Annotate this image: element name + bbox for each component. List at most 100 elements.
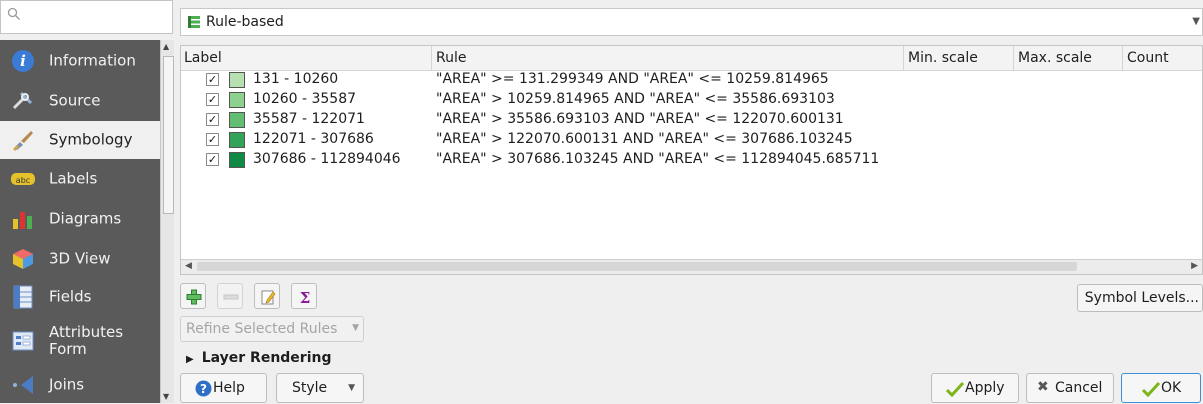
rules-table: Label Rule Min. scale Max. scale Count ✓…	[180, 45, 1203, 275]
expand-arrow-icon: ▶	[186, 354, 194, 365]
info-icon: i	[12, 50, 34, 72]
symbol-swatch[interactable]	[229, 72, 245, 88]
table-row[interactable]: ✓ 35587 - 122071 "AREA" > 35586.693103 A…	[181, 110, 1202, 130]
sidebar-item-label: Symbology	[49, 130, 133, 149]
cube-3d-icon	[13, 249, 33, 269]
rule-checkbox[interactable]: ✓	[206, 113, 219, 126]
sidebar-search-input[interactable]	[0, 0, 173, 34]
sidebar-scrollbar[interactable]: ▲ ▼	[160, 40, 174, 403]
properties-sidebar: i Information Source Symbology abc Label…	[0, 40, 160, 403]
ok-button[interactable]: OK	[1121, 373, 1201, 403]
scroll-left-arrow-icon[interactable]: ◀	[185, 261, 192, 271]
attributes-form-icon	[12, 331, 34, 351]
column-header-count[interactable]: Count	[1127, 49, 1169, 67]
table-row[interactable]: ✓ 131 - 10260 "AREA" >= 131.299349 AND "…	[181, 70, 1202, 90]
table-scroll-thumb[interactable]	[197, 262, 1077, 271]
rule-label: 10260 - 35587	[253, 91, 357, 107]
style-button-label: Style	[292, 380, 328, 396]
column-header-min-scale[interactable]: Min. scale	[908, 49, 978, 67]
renderer-type-select[interactable]: Rule-based ▼	[180, 8, 1203, 36]
column-header-label[interactable]: Label	[184, 49, 222, 67]
sidebar-item-label: Joins	[49, 375, 85, 394]
sidebar-item-label: Source	[49, 91, 101, 110]
layer-rendering-label: Layer Rendering	[201, 350, 332, 366]
rule-checkbox[interactable]: ✓	[206, 153, 219, 166]
rule-expression: "AREA" >= 131.299349 AND "AREA" <= 10259…	[436, 71, 829, 87]
search-icon	[7, 7, 20, 20]
sidebar-item-source[interactable]: Source	[0, 82, 160, 120]
column-header-max-scale[interactable]: Max. scale	[1018, 49, 1092, 67]
apply-button-label: Apply	[965, 380, 1005, 396]
chevron-down-icon: ▼	[1192, 16, 1200, 27]
add-rule-icon	[186, 289, 202, 305]
diagrams-icon	[13, 212, 32, 229]
rule-label: 131 - 10260	[253, 71, 339, 87]
sidebar-scroll-thumb[interactable]	[163, 56, 174, 214]
sidebar-item-label: Fields	[49, 287, 92, 306]
sidebar-item-attributes-form[interactable]: Attributes Form	[0, 318, 160, 364]
rule-expression: "AREA" > 10259.814965 AND "AREA" <= 3558…	[436, 91, 835, 107]
checkmark-icon	[1142, 381, 1160, 397]
chevron-down-icon: ▼	[348, 383, 355, 393]
scroll-right-arrow-icon[interactable]: ▶	[1191, 261, 1198, 271]
refine-selected-rules-button[interactable]: Refine Selected Rules ▼	[180, 316, 364, 342]
column-header-rule[interactable]: Rule	[436, 49, 466, 67]
scroll-down-arrow-icon[interactable]: ▼	[163, 392, 169, 401]
sidebar-item-labels[interactable]: abc Labels	[0, 160, 160, 198]
svg-text:i: i	[20, 52, 26, 70]
sidebar-item-3d-view[interactable]: 3D View	[0, 240, 160, 278]
rule-checkbox[interactable]: ✓	[206, 93, 219, 106]
svg-text:abc: abc	[16, 176, 30, 185]
table-row[interactable]: ✓ 10260 - 35587 "AREA" > 10259.814965 AN…	[181, 90, 1202, 110]
count-features-button[interactable]: Σ	[291, 283, 317, 309]
help-icon: ?	[195, 380, 212, 397]
ok-button-label: OK	[1161, 380, 1182, 396]
help-button[interactable]: ? Help	[180, 373, 267, 403]
fields-table-icon	[13, 285, 33, 309]
table-header: Label Rule Min. scale Max. scale Count	[181, 46, 1202, 71]
close-icon: ✖	[1037, 379, 1049, 395]
sidebar-item-label: Attributes Form	[49, 323, 124, 358]
symbol-levels-button[interactable]: Symbol Levels...	[1077, 284, 1203, 312]
sidebar-item-label: 3D View	[49, 249, 111, 268]
cancel-button-label: Cancel	[1055, 380, 1103, 396]
edit-rule-icon	[261, 290, 276, 305]
cancel-button[interactable]: ✖ Cancel	[1026, 373, 1114, 403]
scroll-up-arrow-icon[interactable]: ▲	[163, 42, 169, 51]
rule-label: 122071 - 307686	[253, 131, 374, 147]
paintbrush-icon	[13, 131, 33, 151]
layer-rendering-collapsible[interactable]: ▶ Layer Rendering	[186, 350, 332, 366]
sidebar-item-information[interactable]: i Information	[0, 42, 160, 80]
svg-text:Σ: Σ	[300, 289, 311, 305]
chevron-down-icon: ▼	[352, 323, 359, 333]
sidebar-item-label: Diagrams	[49, 209, 122, 228]
sidebar-item-fields[interactable]: Fields	[0, 278, 160, 316]
rule-checkbox[interactable]: ✓	[206, 73, 219, 86]
sidebar-item-symbology[interactable]: Symbology	[0, 121, 160, 159]
sidebar-item-diagrams[interactable]: Diagrams	[0, 200, 160, 238]
table-row[interactable]: ✓ 122071 - 307686 "AREA" > 122070.600131…	[181, 130, 1202, 150]
refine-button-label: Refine Selected Rules	[186, 321, 338, 337]
rule-checkbox[interactable]: ✓	[206, 133, 219, 146]
renderer-type-label: Rule-based	[206, 14, 284, 30]
symbol-swatch[interactable]	[229, 152, 245, 168]
symbol-swatch[interactable]	[229, 92, 245, 108]
add-rule-button[interactable]	[180, 283, 206, 309]
edit-rule-button[interactable]	[254, 283, 280, 309]
sidebar-item-label: Information	[49, 51, 136, 70]
remove-rule-button[interactable]	[217, 283, 243, 309]
rule-expression: "AREA" > 35586.693103 AND "AREA" <= 1220…	[436, 111, 844, 127]
table-row[interactable]: ✓ 307686 - 112894046 "AREA" > 307686.103…	[181, 150, 1202, 170]
apply-button[interactable]: Apply	[931, 373, 1019, 403]
help-button-label: Help	[213, 380, 245, 396]
style-menu-button[interactable]: Style ▼	[276, 373, 364, 403]
sidebar-item-label: Labels	[49, 169, 98, 188]
joins-icon	[13, 376, 33, 394]
sidebar-item-joins[interactable]: Joins	[0, 366, 160, 404]
symbol-swatch[interactable]	[229, 112, 245, 128]
symbol-swatch[interactable]	[229, 132, 245, 148]
source-tools-icon	[12, 91, 33, 110]
rule-expression: "AREA" > 122070.600131 AND "AREA" <= 307…	[436, 131, 853, 147]
rule-expression: "AREA" > 307686.103245 AND "AREA" <= 112…	[436, 151, 880, 167]
table-horizontal-scrollbar[interactable]: ◀ ▶	[181, 259, 1202, 274]
